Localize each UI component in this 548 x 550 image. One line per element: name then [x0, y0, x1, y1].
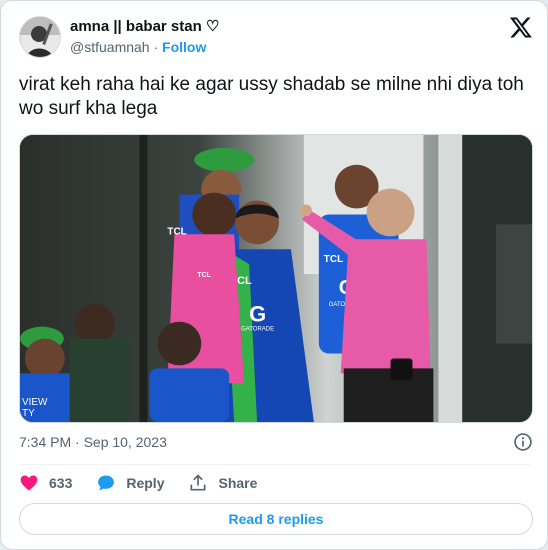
tweet-photo[interactable]: TCL G GATORADE CL G GATORADE TCL TCL — [19, 134, 533, 423]
share-button[interactable]: Share — [188, 473, 257, 493]
jersey-text: TCL — [197, 272, 211, 279]
jersey-text: CL — [237, 275, 252, 287]
tweet-card: amna || babar stan ♡ @stfuamnah · Follow… — [0, 0, 548, 550]
tweet-meta: 7:34 PM · Sep 10, 2023 — [19, 431, 533, 453]
reply-button[interactable]: Reply — [96, 473, 164, 493]
follow-button[interactable]: Follow — [162, 39, 206, 55]
tweet-actions: 633 Reply Share — [19, 471, 281, 495]
display-name[interactable]: amna || babar stan ♡ — [70, 17, 219, 37]
handle-row: @stfuamnah · Follow — [70, 37, 219, 57]
like-button[interactable]: 633 — [19, 473, 72, 493]
jersey-text: G — [249, 302, 266, 327]
separator: · — [153, 39, 159, 55]
handle[interactable]: @stfuamnah — [70, 39, 150, 55]
share-icon — [190, 474, 206, 491]
reply-label: Reply — [126, 475, 165, 491]
jersey-text: TCL — [324, 254, 343, 265]
photo-scene: TCL G GATORADE CL G GATORADE TCL TCL — [20, 135, 532, 422]
share-label: Share — [218, 475, 258, 491]
tweet-timestamp[interactable]: 7:34 PM · Sep 10, 2023 — [19, 434, 167, 450]
jersey-text: TY — [22, 408, 35, 419]
divider — [19, 464, 531, 465]
info-icon[interactable] — [513, 432, 533, 452]
jersey-text: GATORADE — [241, 327, 274, 333]
jersey-text: TCL — [167, 226, 186, 237]
jersey-text: VIEW — [22, 397, 48, 408]
heart-icon — [20, 475, 38, 491]
read-replies-button[interactable]: Read 8 replies — [19, 503, 533, 535]
tweet-text: virat keh raha hai ke agar ussy shadab s… — [19, 74, 524, 119]
tweet-header: amna || babar stan ♡ @stfuamnah · Follow — [19, 13, 533, 61]
x-logo-icon[interactable] — [509, 15, 533, 39]
speech-bubble-icon — [98, 475, 115, 491]
avatar[interactable] — [19, 16, 61, 58]
like-count: 633 — [49, 475, 73, 491]
author-block: amna || babar stan ♡ @stfuamnah · Follow — [70, 17, 219, 57]
